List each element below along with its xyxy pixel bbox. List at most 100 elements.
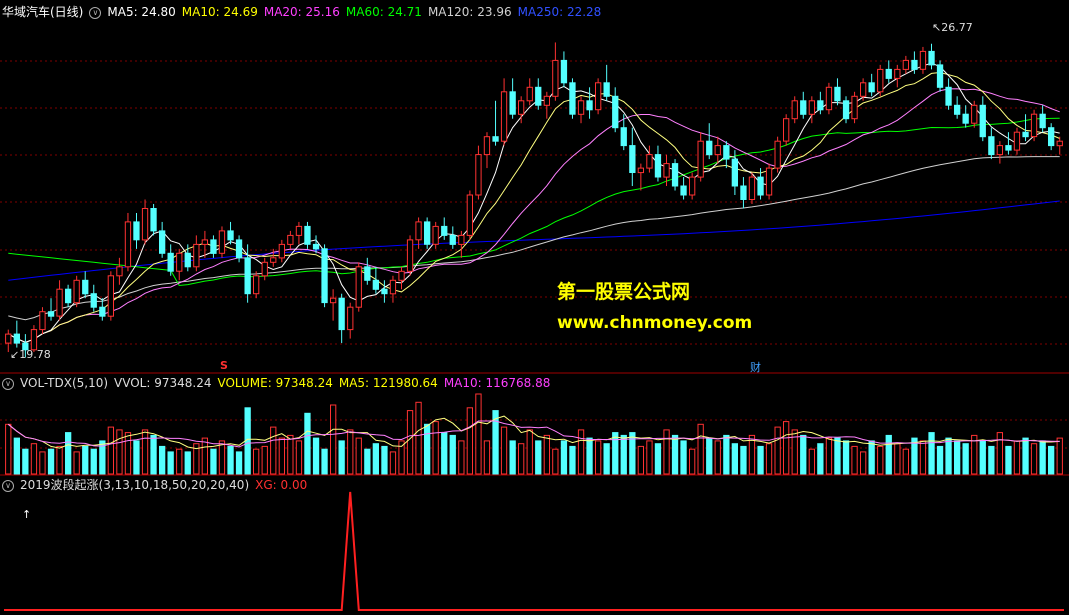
volume-bar [689,448,696,475]
volume-bar [424,423,431,475]
finance-marker[interactable]: 财 [750,359,761,375]
stock-chart[interactable] [0,0,1069,615]
candle-body [689,176,696,196]
volume-bar [184,451,191,475]
candle-body [671,163,679,187]
candle-body [364,266,371,281]
candle-body [295,225,303,236]
volume-bar [740,445,747,475]
stock-title[interactable]: 华域汽车(日线) [2,5,83,19]
candle-body [372,279,380,290]
candle-body [500,91,508,142]
candle-body [244,257,251,295]
volume-bar [817,443,824,475]
volume-bar [731,443,739,475]
volume-bar [552,448,559,475]
volume-bar [671,434,679,475]
candle-body [911,59,918,70]
volume-bar [706,437,713,475]
candle-body [560,59,568,84]
candle-body [936,64,944,88]
ma5-value: MA5: 24.80 [107,5,176,19]
volume-bar [868,440,875,475]
volume-bar [988,445,995,475]
volume-bar [82,445,89,475]
candle-body [928,50,935,66]
volume-bar [227,445,234,475]
candle-body [449,234,456,245]
volume-bar [535,440,542,475]
candle-body [193,243,200,268]
volume-bar [518,443,525,475]
main-header: 华域汽车(日线) ∨ MA5: 24.80 MA10: 24.69 MA20: 25.1… [2,4,607,20]
candle-body [765,167,773,196]
volume-bar [500,426,508,475]
settings-icon[interactable]: ∨ [89,6,102,19]
candle-body [159,230,166,254]
candle-body [287,234,294,245]
volume-bar [415,401,422,475]
candle-body [458,234,465,245]
candle-body [424,221,431,245]
candle-body [680,185,687,196]
ma250-value: MA250: 22.28 [517,5,602,19]
candle-body [278,243,286,259]
ma10-line [8,71,1060,343]
s-marker[interactable]: S [220,359,228,372]
vol-indicator-name[interactable]: VOL-TDX(5,10) [20,376,108,390]
candle-body [885,68,892,79]
volume-bar [167,451,174,475]
candle-body [757,176,764,196]
candle-body [116,266,123,277]
candle-body [270,257,277,263]
candle-body [201,239,208,245]
volume-bar [825,437,833,475]
volume-bar [107,426,114,475]
volume-bar [723,434,730,475]
candle-body [902,59,910,70]
volume-bar [432,421,439,475]
ma250-line [8,200,1060,281]
candle-body [389,279,397,295]
candle-body [552,59,559,97]
volume-bar [663,429,670,475]
candle-body [603,82,610,97]
candle-body [253,275,260,295]
settings-icon[interactable]: ∨ [2,479,14,492]
candle-body [996,145,1004,156]
candle-body [962,113,969,124]
volume-bar [159,445,166,475]
candle-body [731,158,739,187]
candle-body [1048,127,1055,147]
volume-bar [218,440,226,475]
volume-bar [1013,440,1021,475]
candle-body [1005,145,1012,151]
candle-body [817,100,824,111]
volume-bar [133,440,140,475]
ma120-value: MA120: 23.96 [427,5,512,19]
candle-body [466,194,474,236]
candle-body [483,136,491,156]
volume-bar [919,440,927,475]
volume-bar [526,429,533,475]
volume-bar [483,440,491,475]
indicator-name[interactable]: 2019波段起涨(3,13,10,18,50,20,20,40) [20,478,249,492]
volume-bar [65,432,72,475]
candle-body [783,118,790,142]
volume-bar [56,445,63,475]
volume-bar [372,443,380,475]
candle-body [30,329,38,351]
candle-body [124,221,132,268]
ma120-line [8,156,1060,321]
candle-body [748,176,756,201]
high-price-label: ↖26.77 [932,21,973,34]
volume-bar [577,429,585,475]
vol-ma10-value: MA10: 116768.88 [443,376,551,390]
volume-bar [253,448,260,475]
settings-icon[interactable]: ∨ [2,377,14,390]
volume-bar [449,434,456,475]
candle-body [304,225,311,245]
volume-bar [321,448,328,475]
volume-bar [509,440,516,475]
volume-bar [560,440,568,475]
